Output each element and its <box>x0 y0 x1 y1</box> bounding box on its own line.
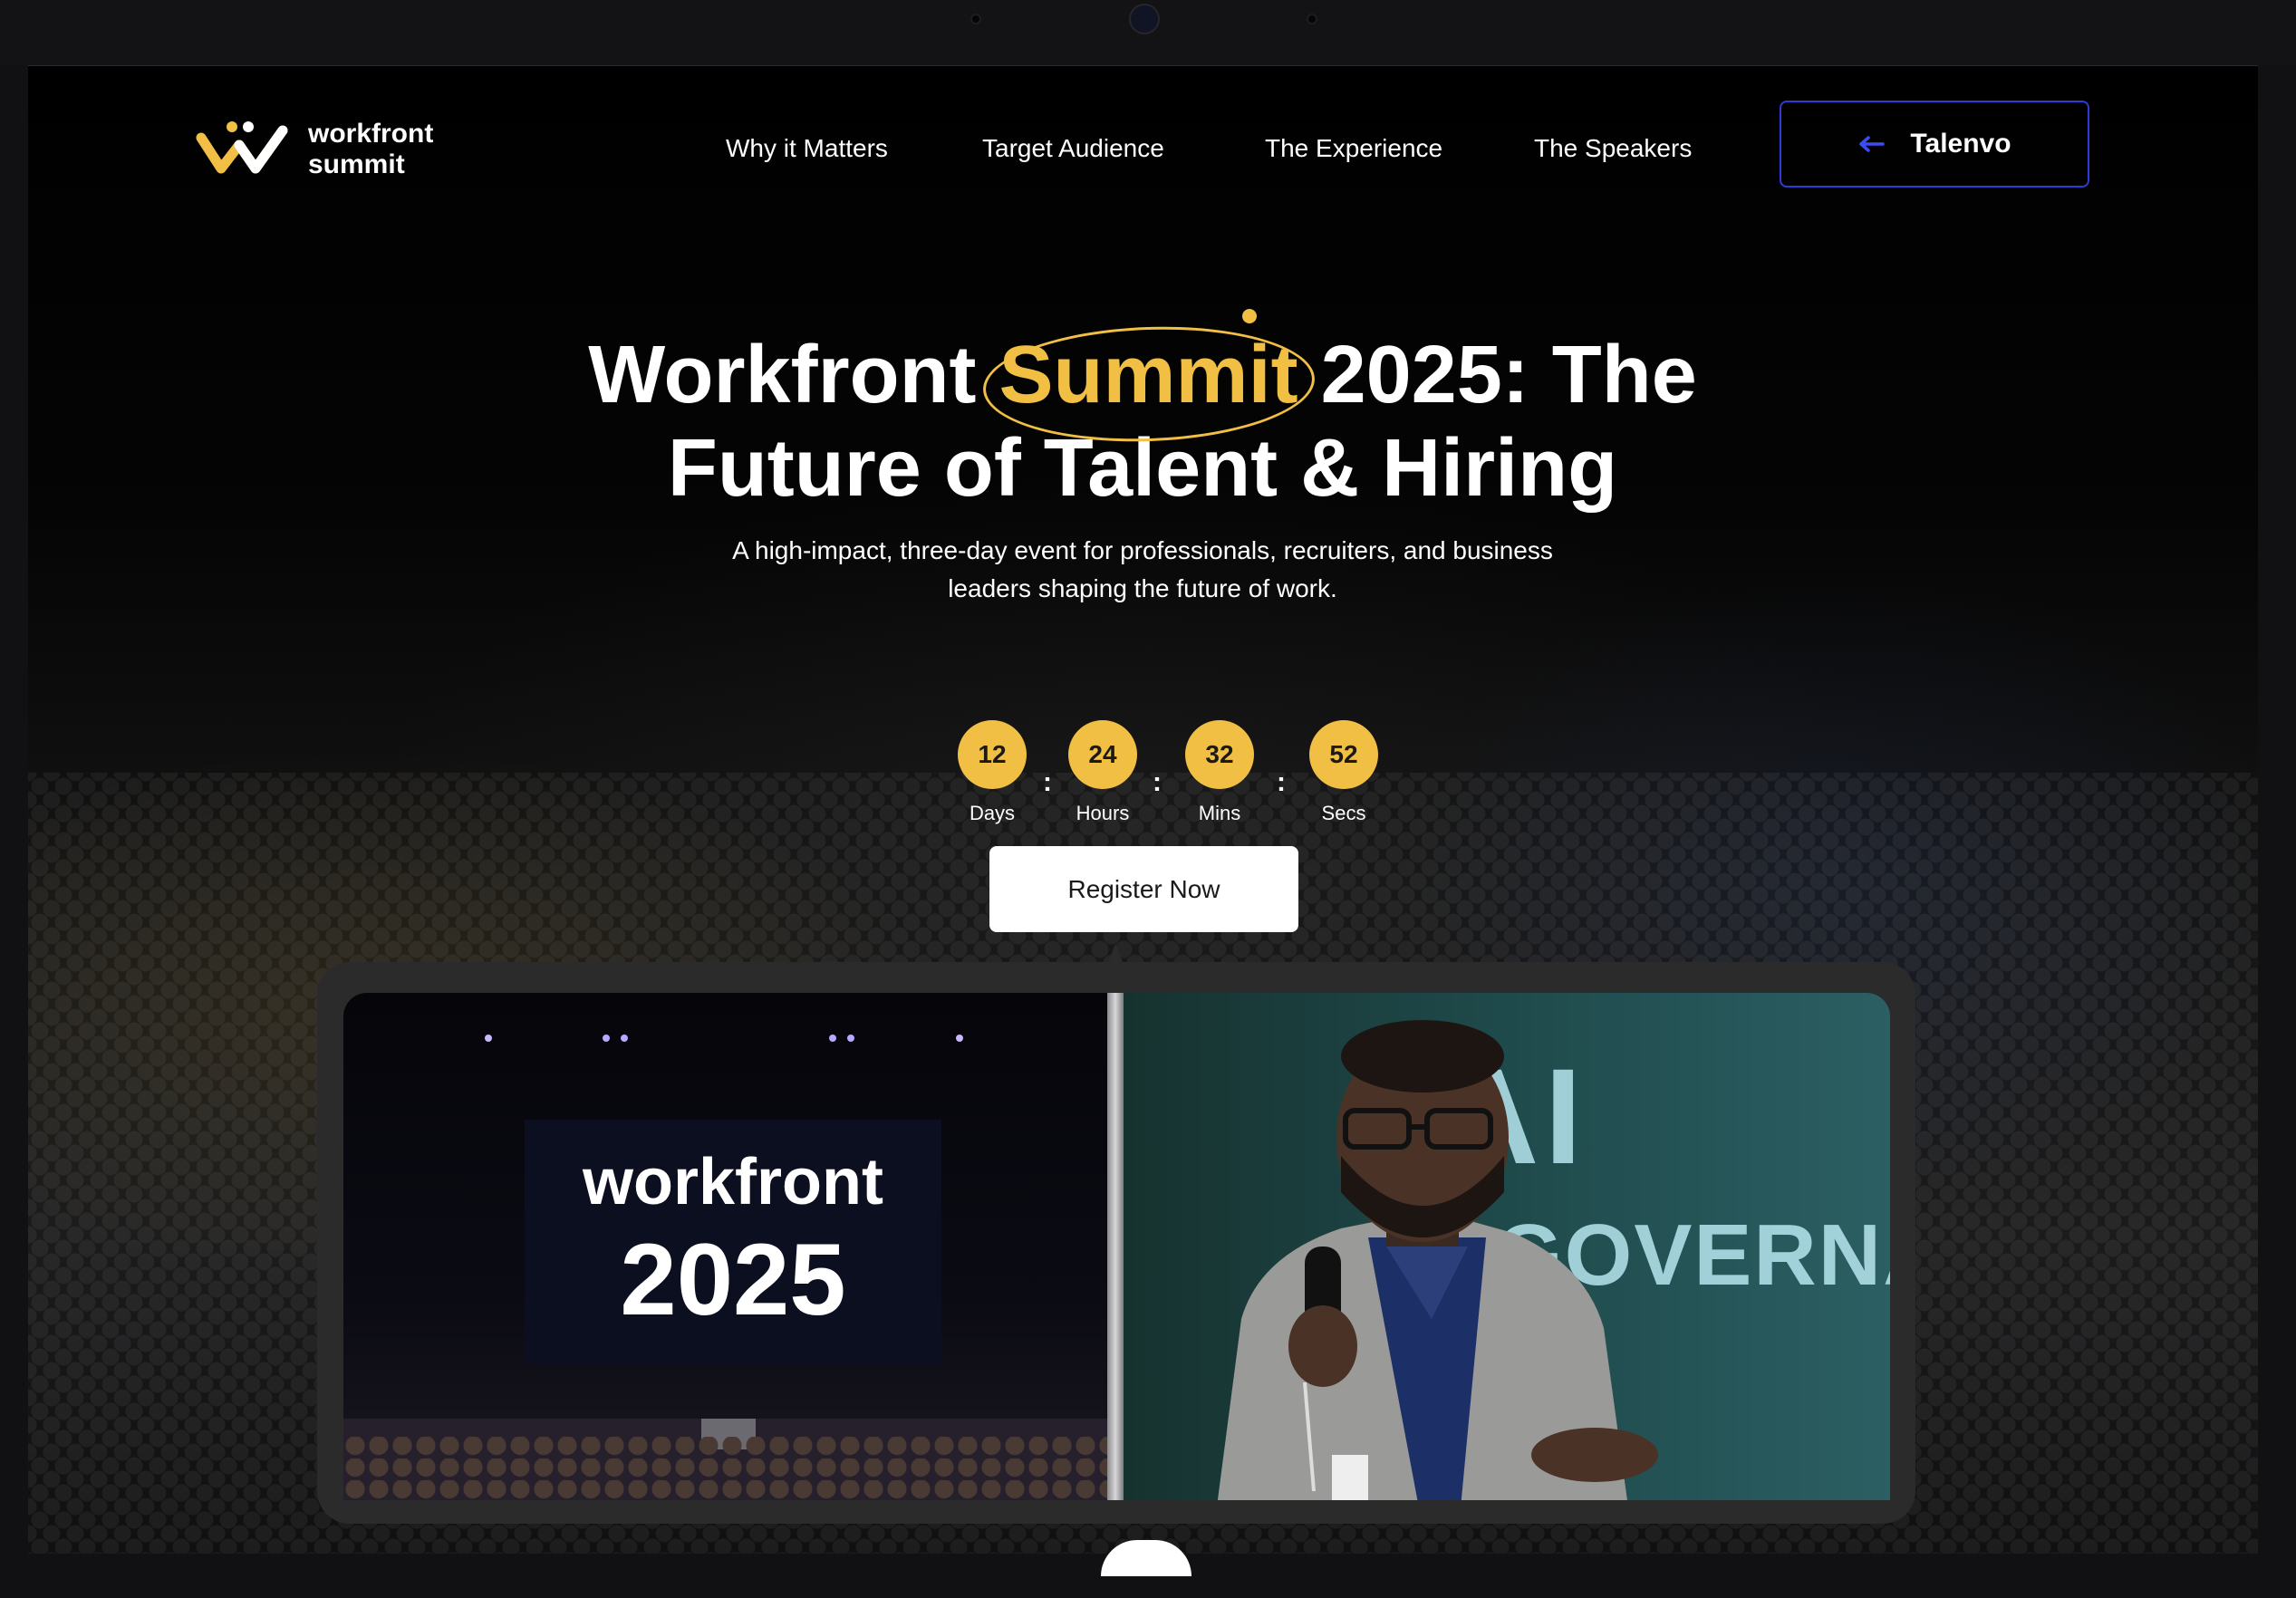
logo-line-2: summit <box>308 149 405 179</box>
event-stage-photo: workfront 2025 <box>343 993 1107 1500</box>
countdown-hours: 24 Hours <box>1048 720 1157 825</box>
media-divider <box>1107 993 1124 1500</box>
countdown-days: 12 Days <box>938 720 1047 825</box>
sensor-dot <box>1307 14 1317 24</box>
countdown-days-label: Days <box>969 802 1016 824</box>
hero-title-part-2: 2025: The <box>1320 330 1697 420</box>
sensor-dot <box>970 14 981 24</box>
stage-screen-line-2: 2025 <box>620 1223 846 1336</box>
countdown-hours-value: 24 <box>1068 720 1137 789</box>
stage-lights <box>343 1029 1107 1047</box>
countdown-secs-label: Secs <box>1321 802 1366 824</box>
media-frame-notch <box>1108 944 1123 962</box>
arrow-left-icon <box>1859 136 1886 152</box>
hero-title-part-1: Workfront <box>588 330 977 420</box>
hero-title: Workfront Summit 2025: The Future of Tal… <box>236 309 2049 515</box>
register-now-button[interactable]: Register Now <box>989 846 1298 932</box>
accent-dot <box>1241 309 1257 323</box>
camera-icon <box>1129 4 1160 34</box>
device-frame: workfront summit Why it Matters Target A… <box>0 0 2296 1598</box>
stage-screen: workfront 2025 <box>525 1120 941 1364</box>
countdown-days-value: 12 <box>958 720 1027 789</box>
hero-subtitle-line-2: leaders shaping the future of work. <box>948 574 1337 602</box>
audience-crowd <box>343 1437 1107 1500</box>
speaker-photo: AI GOVERNAN <box>1124 993 1890 1500</box>
nav-link-the-experience[interactable]: The Experience <box>1265 126 1442 171</box>
countdown-hours-label: Hours <box>1076 802 1130 824</box>
workfront-logo-icon <box>196 121 288 174</box>
logo-wordmark: workfront summit <box>308 119 433 180</box>
countdown-mins-value: 32 <box>1185 720 1254 789</box>
nav-link-why-it-matters[interactable]: Why it Matters <box>726 126 888 171</box>
countdown-mins-label: Mins <box>1198 802 1241 824</box>
countdown-separator: : <box>1153 767 1162 797</box>
hero-title-line-1: Workfront Summit 2025: The <box>236 309 2049 448</box>
logo-line-1: workfront <box>308 119 434 149</box>
top-navigation: workfront summit Why it Matters Target A… <box>28 66 2258 220</box>
device-bezel <box>0 0 2296 65</box>
countdown-mins: 32 Mins <box>1165 720 1274 825</box>
speaker-figure <box>1217 1020 1658 1500</box>
countdown-secs: 52 Secs <box>1289 720 1398 825</box>
countdown-separator: : <box>1277 767 1286 797</box>
countdown-timer: 12 Days : 24 Hours : 32 Mins : 52 Secs <box>934 720 1405 838</box>
countdown-secs-value: 52 <box>1309 720 1378 789</box>
nav-link-the-speakers[interactable]: The Speakers <box>1534 126 1692 171</box>
hero-subtitle-line-1: A high-impact, three-day event for profe… <box>732 536 1553 564</box>
talenvo-button-label: Talenvo <box>1910 129 2011 159</box>
talenvo-button[interactable]: Talenvo <box>1780 101 2089 188</box>
hero-subtitle: A high-impact, three-day event for profe… <box>662 532 1623 608</box>
site-logo[interactable]: workfront summit <box>196 113 486 186</box>
hero-title-accent: Summit <box>980 309 1317 448</box>
nav-link-target-audience[interactable]: Target Audience <box>982 126 1164 171</box>
stage-screen-line-1: workfront <box>583 1146 883 1218</box>
